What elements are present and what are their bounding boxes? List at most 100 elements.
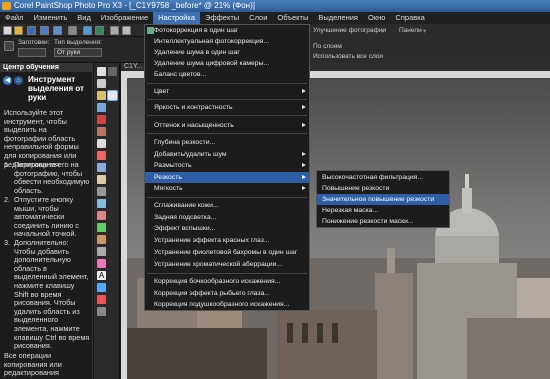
menu-item-fisheye-distortion[interactable]: Коррекция эффекта рыбьего глаза...: [145, 288, 309, 299]
menu-help[interactable]: Справка: [390, 12, 429, 24]
menu-item-skin-smoothing[interactable]: Сглаживание кожи...: [145, 200, 309, 211]
menu-item-blur[interactable]: Размытость: [145, 160, 309, 171]
home-icon[interactable]: ⌂: [14, 76, 23, 85]
preset-label: Заготовки:: [18, 39, 50, 46]
new-file-icon[interactable]: [3, 26, 12, 35]
tools-palette: A: [94, 63, 120, 379]
menu-separator: [147, 115, 307, 116]
color-replacer-icon[interactable]: [97, 211, 106, 220]
zoom-tool-icon[interactable]: [97, 79, 106, 88]
menu-item-purple-fringe-fix[interactable]: Устранение фиолетовой бахромы в один шаг: [145, 247, 309, 258]
menu-item-brightness-contrast[interactable]: Яркость и контрастность: [145, 102, 309, 113]
cut-icon[interactable]: [110, 26, 119, 35]
menu-separator: [147, 273, 307, 274]
back-arrow-icon[interactable]: ◀: [3, 76, 12, 85]
open-folder-icon[interactable]: [14, 26, 23, 35]
menu-item-pincushion-distortion[interactable]: Коррекция подушкообразного искажения...: [145, 299, 309, 310]
menu-edit[interactable]: Изменить: [28, 12, 72, 24]
menu-item-sharpen-more[interactable]: Значительное повышение резкости: [317, 194, 449, 205]
use-all-layers-label[interactable]: Использовать все слои: [313, 53, 383, 60]
menu-item-sharpen[interactable]: Повышение резкости: [317, 183, 449, 194]
submenu-arrow-icon: [302, 163, 306, 167]
deform-tool-icon[interactable]: [97, 91, 106, 100]
scratch-remover-icon[interactable]: [97, 151, 106, 160]
menu-image[interactable]: Изображение: [96, 12, 153, 24]
airbrush-icon[interactable]: [97, 235, 106, 244]
save-as-icon[interactable]: [53, 26, 62, 35]
undo-icon[interactable]: [83, 26, 92, 35]
lighten-darken-icon[interactable]: [97, 187, 106, 196]
step-text: Перетащите его на фотографию, чтобы обве…: [14, 160, 90, 195]
sample-merged-label[interactable]: По слоям: [313, 43, 342, 50]
step-number: 3.: [4, 238, 11, 247]
menu-item-reduce-sharpness[interactable]: Понижение резкости маски...: [317, 216, 449, 227]
menu-separator: [147, 133, 307, 134]
chevron-down-icon[interactable]: ▾: [381, 27, 384, 35]
menu-item-color-balance[interactable]: Баланс цветов...: [145, 69, 309, 80]
menu-item-high-pass[interactable]: Высокочастотная фильтрация...: [317, 172, 449, 183]
menu-item-hue-saturation[interactable]: Оттенок и насыщенность: [145, 120, 309, 131]
menu-item-depth-of-field[interactable]: Глубина резкости...: [145, 137, 309, 148]
text-tool-icon[interactable]: A: [97, 271, 106, 280]
browse-icon[interactable]: [27, 26, 36, 35]
object-selection-icon[interactable]: [97, 307, 106, 316]
menu-item-barrel-distortion[interactable]: Коррекция бочкообразного искажения...: [145, 276, 309, 287]
photo-improve-menu[interactable]: Улучшение фотографии: [313, 27, 386, 34]
menu-selections[interactable]: Выделения: [313, 12, 363, 24]
warp-brush-icon[interactable]: [97, 247, 106, 256]
preset-icon[interactable]: [4, 41, 14, 51]
menu-objects[interactable]: Объекты: [272, 12, 313, 24]
pan-tool-icon[interactable]: [97, 67, 106, 76]
selection-type-dropdown[interactable]: От руки: [54, 48, 102, 57]
preset-shape-icon[interactable]: [97, 283, 106, 292]
preset-dropdown[interactable]: [18, 48, 46, 57]
makeover-tool-icon[interactable]: [97, 127, 106, 136]
step-text: Отпустите кнопку мыши, чтобы автоматичес…: [14, 195, 79, 239]
menu-adjust[interactable]: Настройка: [153, 12, 201, 24]
submenu-arrow-icon: [302, 186, 306, 190]
menu-item-backlighting[interactable]: Задняя подсветка...: [145, 212, 309, 223]
menu-item-softness[interactable]: Мягкость: [145, 183, 309, 194]
menu-layers[interactable]: Слои: [244, 12, 272, 24]
save-icon[interactable]: [40, 26, 49, 35]
step-number: 1.: [4, 160, 11, 169]
copy-icon[interactable]: [122, 26, 131, 35]
step-number: 2.: [4, 195, 11, 204]
selection-type-label: Тип выделения:: [54, 39, 102, 46]
menu-view[interactable]: Вид: [72, 12, 96, 24]
menu-window[interactable]: Окно: [363, 12, 390, 24]
menu-item-unsharp-mask[interactable]: Нерезкая маска...: [317, 205, 449, 216]
tool-flyout-icon[interactable]: [108, 67, 117, 76]
submenu-arrow-icon: [302, 175, 306, 179]
menu-item-one-step-noise-removal[interactable]: Удаление шума в один шаг: [145, 47, 309, 58]
menu-item-red-eye-removal[interactable]: Устранение эффекта красных глаз...: [145, 235, 309, 246]
paint-brush-icon[interactable]: [97, 223, 106, 232]
crop-tool-icon[interactable]: [97, 103, 106, 112]
flood-fill-icon[interactable]: [97, 259, 106, 268]
clone-brush-icon[interactable]: [97, 139, 106, 148]
menu-item-smart-photo-fix[interactable]: Интеллектуальная фотокоррекция...: [145, 36, 309, 47]
learning-center-header: Центр обучения: [0, 63, 93, 72]
menu-item-color[interactable]: Цвет: [145, 86, 309, 97]
redo-icon[interactable]: [95, 26, 104, 35]
menu-file[interactable]: Файл: [0, 12, 28, 24]
smudge-tool-icon[interactable]: [97, 175, 106, 184]
eraser-tool-icon[interactable]: [97, 199, 106, 208]
step-text: Дополнительно: Чтобы добавить дополнител…: [14, 238, 90, 351]
menu-item-digital-camera-noise[interactable]: Удаление шума цифровой камеры...: [145, 58, 309, 69]
menu-item-one-step-photo-fix[interactable]: Фотокоррекция в один шаг: [145, 25, 309, 36]
adjust-menu: Фотокоррекция в один шаг Интеллектуальна…: [144, 24, 310, 311]
menu-effects[interactable]: Эффекты: [200, 12, 244, 24]
menu-item-chromatic-aberration[interactable]: Устранение хроматической аберрации...: [145, 259, 309, 270]
menu-item-add-remove-noise[interactable]: Добавить/удалить шум: [145, 149, 309, 160]
print-icon[interactable]: [68, 26, 77, 35]
pen-tool-icon[interactable]: [97, 295, 106, 304]
panels-chevron-icon[interactable]: ▾: [423, 27, 426, 35]
red-eye-tool-icon[interactable]: [97, 115, 106, 124]
dodge-tool-icon[interactable]: [97, 163, 106, 172]
freehand-selection-icon[interactable]: [107, 90, 118, 101]
menu-item-fill-flash[interactable]: Эффект вспышки...: [145, 223, 309, 234]
panels-menu[interactable]: Панели: [399, 27, 422, 34]
menu-item-sharpness[interactable]: Резкость: [145, 172, 309, 183]
submenu-arrow-icon: [302, 152, 306, 156]
